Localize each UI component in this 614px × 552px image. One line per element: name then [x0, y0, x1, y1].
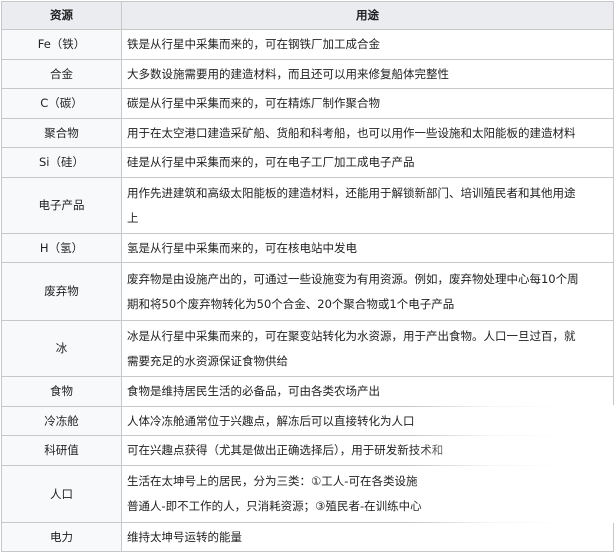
resource-use: 食物是维持居民生活的必备品，可由各类农场产出	[121, 376, 614, 407]
resource-name: 聚合物	[1, 118, 122, 148]
table-row: Si（硅） 硅是从行星中采集而来的，可在电子工厂加工成电子产品	[1, 147, 614, 178]
table-row: 电子产品 用作先进建筑和高级太阳能板的建造材料，还能用于解锁新部门、培训殖民者和…	[1, 177, 614, 234]
resource-name: C（碳）	[1, 88, 122, 119]
use-text: 上	[127, 210, 139, 225]
use-text: 需要充足的水资源保证食物供给	[127, 353, 288, 368]
resource-use: 大多数设施需要用的建造材料，而且还可以用来修复船体完整性	[121, 59, 614, 89]
use-text: 冰是从行星中采集而来的，可在聚变站转化为水资源，用于产出食物。人口一旦过百，就	[127, 328, 576, 343]
table-header-row: 资源 用途	[1, 1, 614, 30]
resource-name: 废弃物	[1, 262, 122, 321]
table-row: 人口 生活在太坤号上的居民，分为三类：①工人-可在各类设施 普通人-即不工作的人…	[1, 465, 614, 523]
table-row: 聚合物 用于在太空港口建造采矿船、货船和科考船，也可以用作一些设施和太阳能板的建…	[1, 118, 614, 148]
resource-table: 资源 用途 Fe（铁） 铁是从行星中采集而来的，可在钢铁厂加工成合金 合金 大多…	[1, 1, 614, 552]
resource-use: 冰是从行星中采集而来的，可在聚变站转化为水资源，用于产出食物。人口一旦过百，就 …	[121, 320, 614, 377]
resource-name: 冰	[1, 320, 122, 377]
resource-name: Fe（铁）	[1, 29, 122, 60]
resource-use: 人体冷冻舱通常位于兴趣点，解冻后可以直接转化为人口	[121, 406, 614, 436]
table-row: 合金 大多数设施需要用的建造材料，而且还可以用来修复船体完整性	[1, 59, 614, 89]
use-text: 普通人-即不工作的人，只消耗资源；③殖民者-在训练中心	[127, 499, 422, 513]
use-text: 食物是维持居民生活的必备品，可由各类农场产出	[127, 384, 380, 398]
use-text: 硅是从行星中采集而来的，可在电子工厂加工成电子产品	[127, 155, 415, 169]
resource-name: H（氢）	[1, 233, 122, 263]
table-row: 冰 冰是从行星中采集而来的，可在聚变站转化为水资源，用于产出食物。人口一旦过百，…	[1, 320, 614, 377]
resource-use: 可在兴趣点获得（尤其是做出正确选择后），用于研发新技术和	[121, 435, 614, 466]
resource-use: 氢是从行星中采集而来的，可在核电站中发电	[121, 233, 614, 263]
use-text: 用作先进建筑和高级太阳能板的建造材料，还能用于解锁新部门、培训殖民者和其他用途	[127, 185, 576, 200]
resource-use: 碳是从行星中采集而来的，可在精炼厂制作聚合物	[121, 88, 614, 119]
resource-use: 废弃物是由设施产出的，可通过一些设施变为有用资源。例如，废弃物处理中心每10个周…	[121, 262, 614, 321]
use-text: 铁是从行星中采集而来的，可在钢铁厂加工成合金	[127, 37, 380, 51]
table-row: 科研值 可在兴趣点获得（尤其是做出正确选择后），用于研发新技术和	[1, 435, 614, 466]
use-text: 维持太坤号运转的能量	[127, 529, 242, 544]
table-row: 冷冻舱 人体冷冻舱通常位于兴趣点，解冻后可以直接转化为人口	[1, 406, 614, 436]
use-text: 大多数设施需要用的建造材料，而且还可以用来修复船体完整性	[127, 66, 449, 81]
resource-name: Si（硅）	[1, 147, 122, 178]
resource-use: 铁是从行星中采集而来的，可在钢铁厂加工成合金	[121, 29, 614, 60]
header-usage: 用途	[121, 1, 614, 30]
resource-name: 合金	[1, 59, 122, 89]
use-text: 碳是从行星中采集而来的，可在精炼厂制作聚合物	[127, 96, 380, 110]
header-resource: 资源	[1, 1, 122, 30]
table-row: H（氢） 氢是从行星中采集而来的，可在核电站中发电	[1, 233, 614, 263]
use-text: 人体冷冻舱通常位于兴趣点，解冻后可以直接转化为人口	[127, 413, 415, 428]
resource-use: 维持太坤号运转的能量	[121, 522, 614, 552]
resource-use: 用于在太空港口建造采矿船、货船和科考船，也可以用作一些设施和太阳能板的建造材料	[121, 118, 614, 148]
resource-use: 硅是从行星中采集而来的，可在电子工厂加工成电子产品	[121, 147, 614, 178]
resource-use: 生活在太坤号上的居民，分为三类：①工人-可在各类设施 普通人-即不工作的人，只消…	[121, 465, 614, 523]
table-row: 食物 食物是维持居民生活的必备品，可由各类农场产出	[1, 376, 614, 407]
resource-name: 人口	[1, 465, 122, 523]
resource-name: 食物	[1, 376, 122, 407]
table-row: 电力 维持太坤号运转的能量	[1, 522, 614, 552]
resource-name: 电子产品	[1, 177, 122, 234]
use-text: 氢是从行星中采集而来的，可在核电站中发电	[127, 240, 357, 255]
table-row: C（碳） 碳是从行星中采集而来的，可在精炼厂制作聚合物	[1, 88, 614, 119]
resource-use: 用作先进建筑和高级太阳能板的建造材料，还能用于解锁新部门、培训殖民者和其他用途 …	[121, 177, 614, 234]
use-text: 废弃物是由设施产出的，可通过一些设施变为有用资源。例如，废弃物处理中心每10个周	[127, 271, 579, 286]
use-text: 可在兴趣点获得（尤其是做出正确选择后），用于研发新技术和	[127, 443, 444, 457]
table-row: Fe（铁） 铁是从行星中采集而来的，可在钢铁厂加工成合金	[1, 29, 614, 60]
use-text: 用于在太空港口建造采矿船、货船和科考船，也可以用作一些设施和太阳能板的建造材料	[127, 125, 576, 140]
resource-name: 冷冻舱	[1, 406, 122, 436]
use-text: 生活在太坤号上的居民，分为三类：①工人-可在各类设施	[127, 474, 418, 488]
resource-name: 科研值	[1, 435, 122, 466]
table-row: 废弃物 废弃物是由设施产出的，可通过一些设施变为有用资源。例如，废弃物处理中心每…	[1, 262, 614, 321]
use-text: 期和将50个废弃物转化为50个合金、20个聚合物或1个电子产品	[127, 296, 455, 311]
resource-name: 电力	[1, 522, 122, 552]
